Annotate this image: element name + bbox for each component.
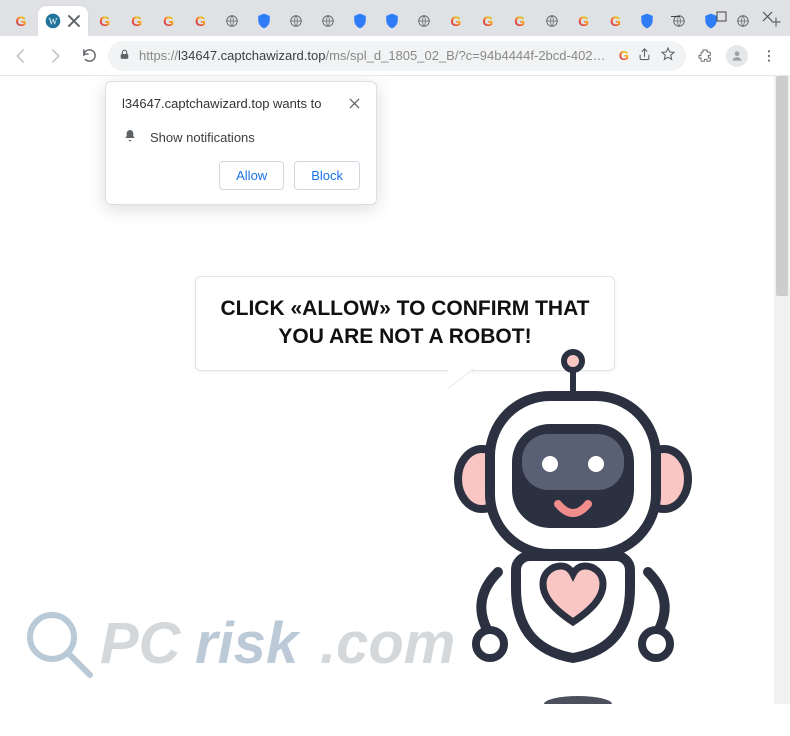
browser-toolbar: https:// l34647.captchawizard.top /ms/sp… xyxy=(0,36,790,76)
tab-bg-4[interactable]: G xyxy=(186,6,216,36)
captcha-instruction-text: CLICK «ALLOW» TO CONFIRM THAT YOU ARE NO… xyxy=(218,295,592,352)
scrollbar-thumb[interactable] xyxy=(776,76,788,296)
url-host: l34647.captchawizard.top xyxy=(178,48,325,63)
omnibox[interactable]: https:// l34647.captchawizard.top /ms/sp… xyxy=(108,41,686,71)
permission-title: l34647.captchawizard.top wants to xyxy=(122,96,321,111)
google-logo-icon: G xyxy=(448,13,464,29)
url-path: /ms/spl_d_1805_02_B/?c=94b4444f-2bcd-402… xyxy=(325,48,610,63)
bell-icon xyxy=(122,128,138,147)
globe-icon xyxy=(224,13,240,29)
google-logo-icon: G xyxy=(576,13,592,29)
globe-icon xyxy=(320,13,336,29)
google-logo-icon: G xyxy=(97,13,113,29)
svg-text:PC: PC xyxy=(100,611,182,676)
window-controls xyxy=(630,0,790,32)
tab-bg-15[interactable] xyxy=(537,6,567,36)
tab-bg-10[interactable] xyxy=(377,6,407,36)
tab-bg-12[interactable]: G xyxy=(441,6,471,36)
tab-bg-9[interactable] xyxy=(345,6,375,36)
tab-bg-17[interactable]: G xyxy=(601,6,631,36)
tab-bg-5[interactable] xyxy=(217,6,247,36)
google-logo-icon: G xyxy=(193,13,209,29)
tab-bg-16[interactable]: G xyxy=(569,6,599,36)
wordpress-icon: W xyxy=(45,13,61,29)
tab-bg-8[interactable] xyxy=(313,6,343,36)
bookmark-star-icon[interactable] xyxy=(660,46,676,65)
google-logo-icon: G xyxy=(129,13,145,29)
extensions-button[interactable] xyxy=(690,41,720,71)
window-maximize-button[interactable] xyxy=(698,0,744,32)
shield-icon xyxy=(384,13,400,29)
svg-text:risk: risk xyxy=(195,611,301,676)
google-logo-icon: G xyxy=(619,48,629,63)
permission-line: Show notifications xyxy=(150,130,255,145)
permission-allow-button[interactable]: Allow xyxy=(219,161,284,190)
google-logo-icon: G xyxy=(608,13,624,29)
svg-text:W: W xyxy=(49,17,58,27)
pcrisk-watermark: PC risk .com xyxy=(20,597,490,692)
tab-bg-3[interactable]: G xyxy=(154,6,184,36)
tab-bg-7[interactable] xyxy=(281,6,311,36)
globe-icon xyxy=(416,13,432,29)
shield-icon xyxy=(256,13,272,29)
google-logo-icon: G xyxy=(161,13,177,29)
google-logo-icon: G xyxy=(512,13,528,29)
window-close-button[interactable] xyxy=(744,0,790,32)
globe-icon xyxy=(544,13,560,29)
globe-icon xyxy=(288,13,304,29)
menu-button[interactable] xyxy=(754,41,784,71)
tab-active[interactable]: W xyxy=(38,6,88,36)
tab-background-0[interactable]: G xyxy=(6,6,36,36)
page-viewport: l34647.captchawizard.top wants to Show n… xyxy=(0,76,790,704)
tab-bg-1[interactable]: G xyxy=(90,6,120,36)
notification-permission-prompt: l34647.captchawizard.top wants to Show n… xyxy=(105,81,377,205)
google-logo-icon: G xyxy=(13,13,29,29)
permission-block-button[interactable]: Block xyxy=(294,161,360,190)
tab-bg-6[interactable] xyxy=(249,6,279,36)
nav-back-button[interactable] xyxy=(6,41,36,71)
profile-avatar-button[interactable] xyxy=(722,41,752,71)
nav-reload-button[interactable] xyxy=(74,41,104,71)
share-icon[interactable] xyxy=(637,47,652,65)
window-minimize-button[interactable] xyxy=(652,0,698,32)
permission-close-icon[interactable] xyxy=(349,96,360,114)
google-logo-icon: G xyxy=(480,13,496,29)
tab-bg-13[interactable]: G xyxy=(473,6,503,36)
svg-text:.com: .com xyxy=(320,611,455,676)
tab-close-icon[interactable] xyxy=(67,14,81,28)
shield-icon xyxy=(352,13,368,29)
nav-forward-button[interactable] xyxy=(40,41,70,71)
lock-icon xyxy=(118,48,131,64)
tab-bg-14[interactable]: G xyxy=(505,6,535,36)
tab-bg-11[interactable] xyxy=(409,6,439,36)
url-scheme: https:// xyxy=(139,48,178,63)
tab-bg-2[interactable]: G xyxy=(122,6,152,36)
vertical-scrollbar[interactable] xyxy=(774,76,790,704)
